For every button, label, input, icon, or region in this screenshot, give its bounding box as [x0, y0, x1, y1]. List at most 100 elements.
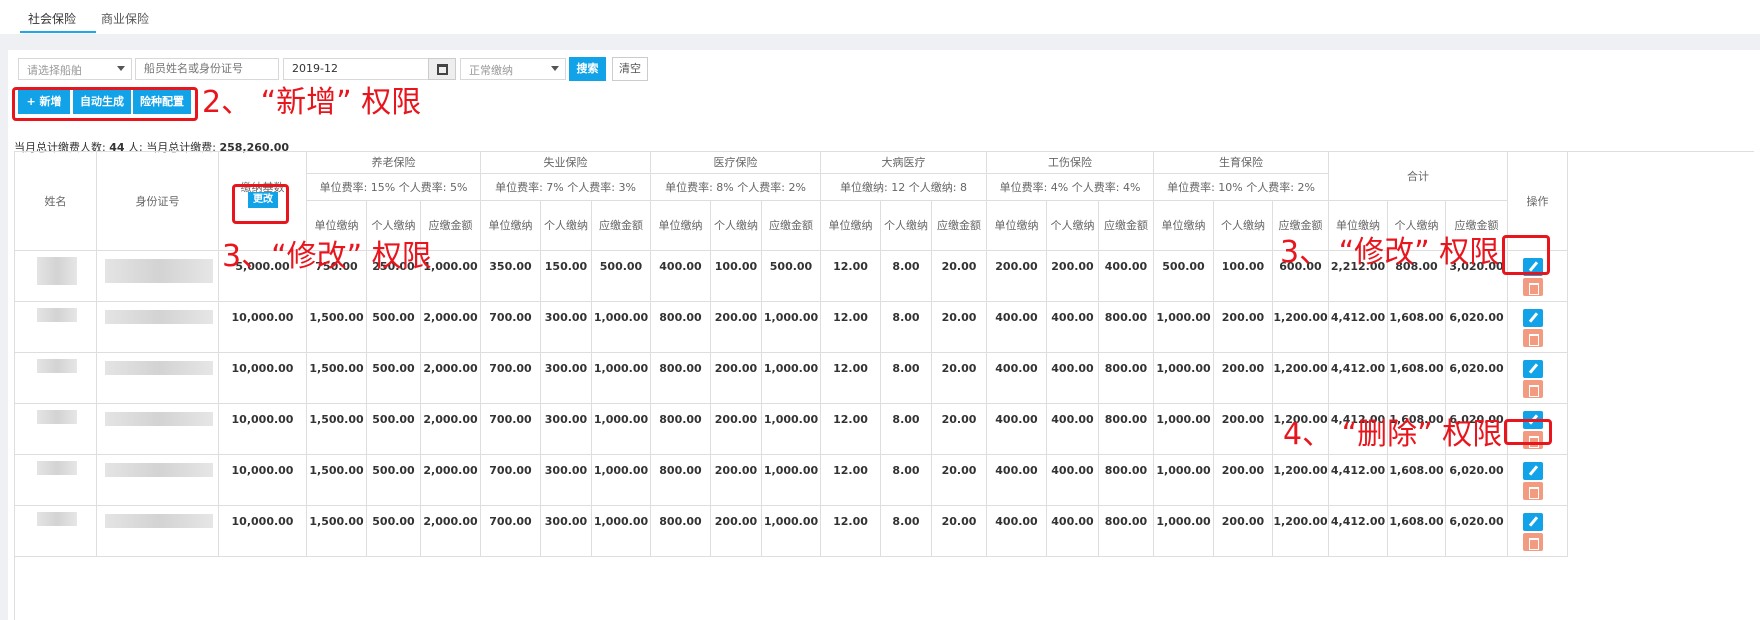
delete-highlight — [1504, 419, 1552, 445]
name-cell — [15, 404, 97, 455]
edit-icon[interactable] — [1523, 462, 1543, 480]
value-cell: 800.00 — [1099, 455, 1154, 506]
value-cell: 150.00 — [541, 251, 592, 302]
value-cell: 400.00 — [987, 404, 1047, 455]
add-permission-annotation: 2、 “新增” 权限 — [202, 85, 422, 120]
base-edit-annotation: 3、“修改” 权限 — [222, 239, 432, 274]
value-cell: 800.00 — [651, 506, 711, 557]
sub-header: 个人缴纳 — [541, 201, 592, 251]
value-cell: 1,500.00 — [307, 506, 367, 557]
delete-icon[interactable] — [1523, 380, 1543, 398]
search-input[interactable] — [135, 58, 279, 80]
sub-header: 个人缴纳 — [1047, 201, 1099, 251]
sub-header: 应缴金额 — [592, 201, 651, 251]
value-cell: 400.00 — [1047, 455, 1099, 506]
value-cell: 700.00 — [481, 455, 541, 506]
delete-icon[interactable] — [1523, 329, 1543, 347]
value-cell: 1,000.00 — [592, 506, 651, 557]
ship-select-value: 请选择船舶 — [27, 64, 82, 77]
group-header-rate: 单位费率: 7% 个人费率: 3% — [481, 174, 651, 201]
value-cell: 200.00 — [711, 302, 762, 353]
value-cell: 800.00 — [1099, 353, 1154, 404]
value-cell: 1,000.00 — [592, 455, 651, 506]
sub-header: 单位缴纳 — [1154, 201, 1214, 251]
value-cell: 12.00 — [821, 404, 881, 455]
value-cell: 300.00 — [541, 353, 592, 404]
group-header-rate: 单位费率: 15% 个人费率: 5% — [307, 174, 481, 201]
value-cell: 1,000.00 — [762, 302, 821, 353]
value-cell: 200.00 — [1214, 404, 1273, 455]
group-header-name: 医疗保险 — [651, 152, 821, 174]
value-cell: 10,000.00 — [219, 353, 307, 404]
value-cell: 200.00 — [1214, 302, 1273, 353]
delete-icon[interactable] — [1523, 482, 1543, 500]
row-edit-annotation: 3、 “修改” 权限 — [1280, 235, 1500, 270]
tab-social-insurance[interactable]: 社会保险 — [28, 10, 76, 27]
value-cell: 8.00 — [881, 404, 932, 455]
value-cell: 100.00 — [1214, 251, 1273, 302]
value-cell: 200.00 — [1214, 506, 1273, 557]
value-cell: 1,000.00 — [1154, 353, 1214, 404]
edit-icon[interactable] — [1523, 360, 1543, 378]
month-input[interactable]: 2019-12 — [283, 58, 433, 80]
value-cell: 1,608.00 — [1388, 353, 1446, 404]
redacted-id-number — [105, 514, 213, 528]
delete-annotation: 4、 “删除” 权限 — [1283, 417, 1503, 452]
redacted-name — [37, 359, 77, 373]
value-cell: 800.00 — [1099, 506, 1154, 557]
value-cell: 2,000.00 — [421, 455, 481, 506]
add-permission-highlight — [12, 87, 198, 121]
value-cell: 10,000.00 — [219, 455, 307, 506]
sub-header: 单位缴纳 — [987, 201, 1047, 251]
value-cell: 4,412.00 — [1329, 302, 1388, 353]
value-cell: 400.00 — [1047, 506, 1099, 557]
calendar-icon — [437, 64, 448, 75]
group-header-name: 生育保险 — [1154, 152, 1329, 174]
group-header-rate: 单位费率: 8% 个人费率: 2% — [651, 174, 821, 201]
value-cell: 1,000.00 — [762, 455, 821, 506]
ship-select[interactable]: 请选择船舶 — [18, 58, 132, 80]
delete-icon[interactable] — [1523, 533, 1543, 551]
value-cell: 200.00 — [711, 404, 762, 455]
value-cell: 2,000.00 — [421, 302, 481, 353]
edit-icon[interactable] — [1523, 309, 1543, 327]
redacted-id-number — [105, 310, 213, 324]
name-cell — [15, 251, 97, 302]
group-header-name: 失业保险 — [481, 152, 651, 174]
value-cell: 500.00 — [367, 302, 421, 353]
value-cell: 800.00 — [1099, 302, 1154, 353]
edit-icon[interactable] — [1523, 513, 1543, 531]
value-cell: 1,000.00 — [592, 353, 651, 404]
group-header-name: 合计 — [1329, 152, 1508, 201]
chevron-down-icon — [117, 66, 125, 71]
value-cell: 12.00 — [821, 506, 881, 557]
sub-header: 应缴金额 — [1099, 201, 1154, 251]
value-cell: 1,500.00 — [307, 302, 367, 353]
value-cell: 200.00 — [1047, 251, 1099, 302]
group-header-name: 养老保险 — [307, 152, 481, 174]
operations-cell — [1508, 506, 1568, 557]
value-cell: 500.00 — [592, 251, 651, 302]
value-cell: 6,020.00 — [1446, 302, 1508, 353]
clear-button[interactable]: 清空 — [612, 57, 648, 81]
delete-icon[interactable] — [1523, 278, 1543, 296]
id-number-cell — [97, 455, 219, 506]
value-cell: 1,000.00 — [592, 302, 651, 353]
base-edit-highlight — [232, 184, 289, 224]
redacted-id-number — [105, 412, 213, 426]
sub-header: 个人缴纳 — [881, 201, 932, 251]
value-cell: 1,000.00 — [762, 506, 821, 557]
value-cell: 1,000.00 — [1154, 404, 1214, 455]
value-cell: 4,412.00 — [1329, 506, 1388, 557]
search-button[interactable]: 搜索 — [569, 57, 606, 81]
value-cell: 20.00 — [932, 302, 987, 353]
sub-header: 单位缴纳 — [821, 201, 881, 251]
header-id-number: 身份证号 — [97, 152, 219, 251]
value-cell: 400.00 — [651, 251, 711, 302]
calendar-button[interactable] — [428, 58, 456, 80]
status-select[interactable]: 正常缴纳 — [460, 58, 566, 80]
tab-commercial-insurance[interactable]: 商业保险 — [101, 10, 149, 27]
id-number-cell — [97, 353, 219, 404]
value-cell: 1,000.00 — [762, 404, 821, 455]
value-cell: 1,000.00 — [592, 404, 651, 455]
